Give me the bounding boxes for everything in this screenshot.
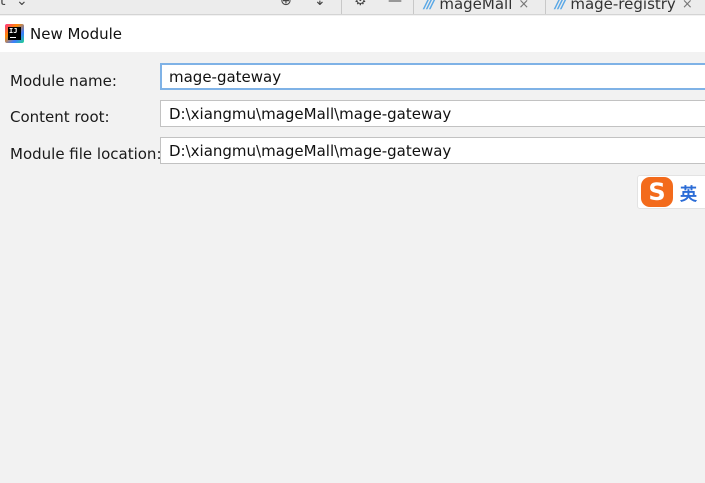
tab-label: mage-registry [570,0,676,13]
content-root-input[interactable] [160,100,705,127]
tab-magemall[interactable]: /// mageMall × [424,0,529,14]
gear-icon[interactable]: ⚙ [354,0,367,9]
ide-tab-strip: t ⌄ ⊕ ⇣ ⚙ — /// mageMall × /// mage-regi… [0,0,705,15]
module-name-input[interactable] [160,63,705,90]
tab-label: mageMall [439,0,513,13]
chevron-down-icon[interactable]: ⌄ [16,0,28,9]
close-icon[interactable]: × [682,0,693,12]
toolbar-divider [413,0,414,14]
module-file-location-input[interactable] [160,137,705,164]
module-file-location-label: Module file location: [10,145,162,163]
module-icon: /// [424,0,435,12]
content-root-label: Content root: [10,108,110,126]
module-name-label: Module name: [10,72,117,90]
tab-mage-registry[interactable]: /// mage-registry × [555,0,693,14]
toolbar-divider [341,0,342,14]
module-icon: /// [555,0,566,12]
tab-fragment-text: t [0,0,6,9]
ime-indicator[interactable]: S 英 [637,175,705,209]
close-icon[interactable]: × [518,0,529,12]
collapse-icon[interactable]: ⇣ [314,0,326,9]
intellij-idea-icon: IJ [5,24,24,43]
sogou-logo-icon: S [641,177,673,207]
ime-language-mode[interactable]: 英 [680,180,697,205]
minimize-icon[interactable]: — [388,0,402,9]
circle-plus-icon[interactable]: ⊕ [280,0,292,9]
dialog-title: New Module [30,25,123,43]
dialog-title-bar: IJ New Module [0,16,705,52]
tab-divider [545,0,546,14]
